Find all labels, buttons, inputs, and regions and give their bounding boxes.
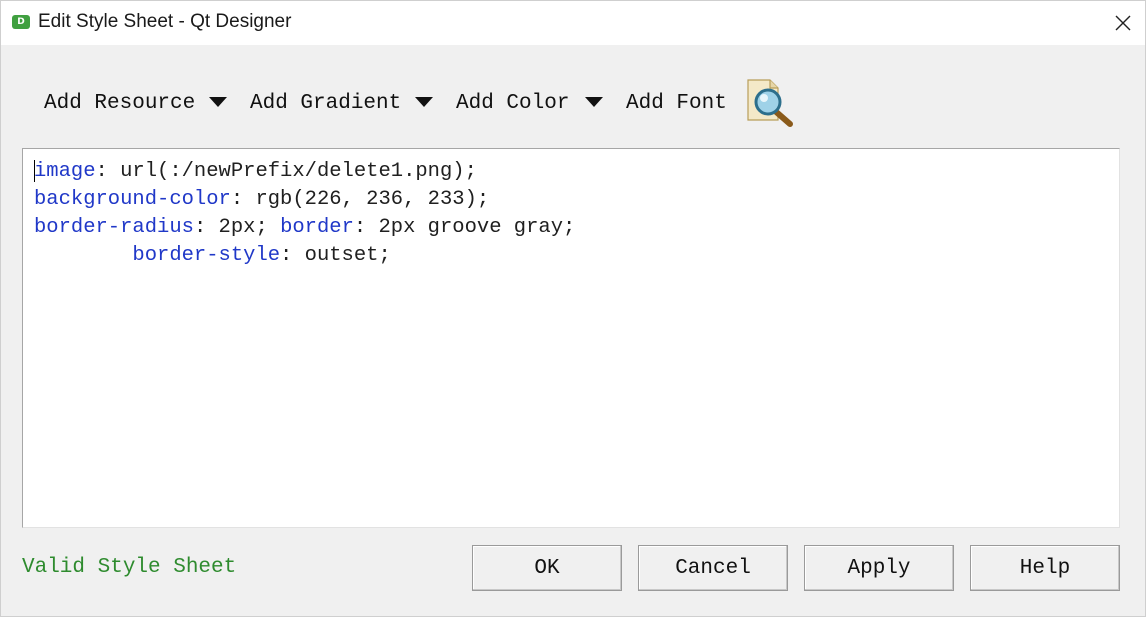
apply-button[interactable]: Apply bbox=[804, 545, 954, 591]
css-value-token: : outset; bbox=[280, 244, 391, 267]
css-value-token: : url(:/newPrefix/delete1.png); bbox=[95, 160, 477, 183]
cancel-button[interactable]: Cancel bbox=[638, 545, 788, 591]
title-area: D Edit Style Sheet - Qt Designer bbox=[12, 11, 291, 33]
add-resource-button[interactable]: Add Resource bbox=[44, 84, 195, 122]
style-sheet-editor[interactable]: image: url(:/newPrefix/delete1.png); back… bbox=[22, 148, 1120, 528]
css-property-token: border bbox=[280, 216, 354, 239]
code-line: image: url(:/newPrefix/delete1.png); bbox=[34, 158, 477, 186]
validation-status: Valid Style Sheet bbox=[22, 556, 237, 579]
code-line: border-radius: 2px; border: 2px groove g… bbox=[34, 214, 575, 242]
title-bar: D Edit Style Sheet - Qt Designer bbox=[0, 0, 1146, 45]
find-icon[interactable] bbox=[744, 76, 798, 128]
css-value-token: : 2px groove gray; bbox=[353, 216, 576, 239]
ok-button[interactable]: OK bbox=[472, 545, 622, 591]
add-color-button[interactable]: Add Color bbox=[456, 84, 569, 122]
add-gradient-dropdown-arrow-icon[interactable] bbox=[415, 97, 433, 107]
help-button[interactable]: Help bbox=[970, 545, 1120, 591]
add-font-button[interactable]: Add Font bbox=[626, 84, 727, 122]
css-property-token: image bbox=[34, 160, 96, 183]
window-title: Edit Style Sheet - Qt Designer bbox=[38, 11, 292, 32]
css-property-token: border-style bbox=[132, 244, 281, 267]
code-line: background-color: rgb(226, 236, 233); bbox=[34, 186, 489, 214]
code-line: border-style: outset; bbox=[34, 242, 391, 270]
qt-designer-app-icon: D bbox=[12, 15, 30, 29]
css-value-token: : rgb(226, 236, 233); bbox=[230, 188, 490, 211]
css-property-token: border-radius bbox=[34, 216, 194, 239]
close-button[interactable] bbox=[1100, 0, 1146, 45]
css-value-token: : 2px; bbox=[193, 216, 281, 239]
add-resource-dropdown-arrow-icon[interactable] bbox=[209, 97, 227, 107]
add-color-dropdown-arrow-icon[interactable] bbox=[585, 97, 603, 107]
add-gradient-button[interactable]: Add Gradient bbox=[250, 84, 401, 122]
css-property-token: background-color bbox=[34, 188, 231, 211]
close-icon bbox=[1115, 15, 1131, 30]
